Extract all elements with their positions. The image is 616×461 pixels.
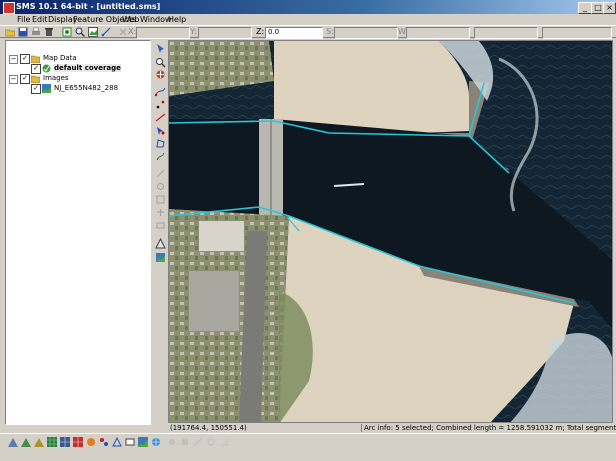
select-arc-tool-icon[interactable] [155, 112, 166, 123]
create-arc-tool-icon[interactable] [155, 86, 166, 97]
disabled-module-5-icon [221, 439, 228, 446]
disabled-tool-5-icon [156, 222, 165, 229]
main-toolbar: X: Y: Z: 0.0 S: W: [0, 25, 616, 39]
triangle-tool-icon[interactable] [155, 238, 166, 249]
map-data-folder-icon [31, 55, 40, 63]
pan-tool-icon[interactable] [155, 69, 166, 80]
z-value: 0.0 [268, 28, 280, 36]
tree-item-default-coverage[interactable]: ✓ default coverage [20, 64, 150, 74]
menu-file[interactable]: File [17, 15, 30, 24]
zoom-tool-icon[interactable] [155, 57, 166, 68]
tree-label-image-file: NJ_E655N482_288 [54, 84, 119, 92]
tree-label-default-coverage: default coverage [54, 64, 121, 72]
collapse-toggle[interactable]: − [9, 55, 18, 64]
x-coordinate-field[interactable] [136, 27, 190, 39]
collapse-toggle[interactable]: − [9, 75, 18, 84]
cartesian-grid-icon[interactable] [47, 437, 57, 447]
tree-item-images[interactable]: − ✓ Images [9, 74, 149, 84]
raster-image-icon [42, 84, 51, 93]
disabled-tool-1-icon [156, 169, 165, 178]
particle-icon[interactable] [99, 437, 109, 447]
extra-field-1[interactable] [474, 27, 538, 39]
red-grid-icon[interactable] [73, 437, 83, 447]
project-explorer: − ✓ Map Data ✓ default coverage − ✓ Imag… [5, 40, 151, 425]
tree-label-map-data: Map Data [43, 54, 77, 62]
disabled-tool-3-icon [156, 195, 165, 204]
image-tool-icon[interactable] [155, 252, 166, 263]
arc-info-status: Arc info: 5 selected; Combined length = … [361, 424, 616, 432]
select-polygon-tool-icon[interactable] [155, 138, 166, 149]
menu-web[interactable]: Web [122, 15, 139, 24]
annotation-icon[interactable] [125, 437, 135, 447]
building [199, 221, 244, 251]
tool-palette [154, 40, 168, 425]
z-coordinate-field[interactable]: 0.0 [265, 27, 323, 39]
mesh-module-icon[interactable] [8, 437, 18, 447]
status-bar: (191764.4, 150551.4) Arc info: 5 selecte… [168, 424, 616, 433]
disabled-module-4-icon [207, 438, 215, 446]
title-bar: SMS 10.1 64-bit - [untitled.sms] _ □ × [0, 0, 616, 14]
s-field[interactable] [334, 27, 398, 39]
select-node-tool-icon[interactable] [155, 125, 166, 136]
cursor-coordinates: (191764.4, 150551.4) [170, 424, 247, 432]
open-folder-icon[interactable] [5, 27, 15, 37]
disabled-module-3-icon [193, 437, 203, 447]
tree-item-image-file[interactable]: ✓ NJ_E655N482_288 [20, 84, 150, 94]
menu-edit[interactable]: Edit [32, 15, 48, 24]
extra-field-2[interactable] [542, 27, 612, 39]
scatter-module-icon[interactable] [34, 437, 44, 447]
map-data-checkbox[interactable]: ✓ [20, 54, 30, 64]
image-icon[interactable] [88, 27, 98, 37]
select-tool-icon[interactable] [155, 43, 166, 54]
aerial-image [169, 41, 612, 422]
coverage-checkbox[interactable]: ✓ [31, 64, 41, 74]
north-beach [274, 41, 469, 133]
disabled-module-2-icon [182, 439, 188, 445]
close-button[interactable]: × [603, 2, 616, 14]
cancel-x-icon [119, 28, 127, 36]
feature-map-icon[interactable] [86, 437, 96, 447]
disabled-tool-2-icon [157, 183, 164, 190]
menu-bar: File Edit Display Feature Objects Web Wi… [0, 14, 616, 25]
x-label: X: [128, 27, 137, 36]
zoom-icon[interactable] [75, 27, 85, 37]
images-folder-icon [31, 75, 40, 83]
tree-item-map-data[interactable]: − ✓ Map Data [9, 54, 149, 64]
app-icon [3, 2, 15, 14]
tree-label-images: Images [43, 74, 69, 82]
y-coordinate-field[interactable] [198, 27, 252, 39]
image-file-checkbox[interactable]: ✓ [31, 84, 41, 94]
minimize-button[interactable]: _ [578, 2, 592, 14]
arc-group-tool-icon[interactable] [155, 151, 166, 162]
building [189, 271, 239, 331]
print-icon[interactable] [31, 27, 41, 37]
save-icon[interactable] [18, 27, 28, 37]
web-module-icon[interactable] [151, 437, 161, 447]
disabled-tool-4-icon [157, 209, 164, 216]
quadtree-icon[interactable] [60, 437, 70, 447]
window-title: SMS 10.1 64-bit - [untitled.sms] [16, 2, 161, 11]
menu-help[interactable]: Help [168, 15, 186, 24]
grid-module-icon[interactable] [21, 437, 31, 447]
w-field[interactable] [406, 27, 470, 39]
module-toolbar [0, 433, 616, 461]
menu-window[interactable]: Window [140, 15, 172, 24]
disabled-module-1-icon [169, 439, 175, 445]
new-coverage-icon[interactable] [62, 27, 72, 37]
measure-icon[interactable] [101, 27, 111, 37]
images-checkbox[interactable]: ✓ [20, 74, 30, 84]
image-module-icon[interactable] [138, 437, 148, 447]
z-label: Z: [256, 27, 265, 36]
delete-icon[interactable] [44, 27, 54, 37]
y-label: Y: [190, 27, 197, 36]
map-view[interactable] [168, 40, 613, 423]
select-vertex-tool-icon[interactable] [155, 99, 166, 110]
coverage-icon [42, 64, 51, 73]
s-label: S: [326, 27, 334, 36]
gis-icon[interactable] [112, 437, 122, 447]
